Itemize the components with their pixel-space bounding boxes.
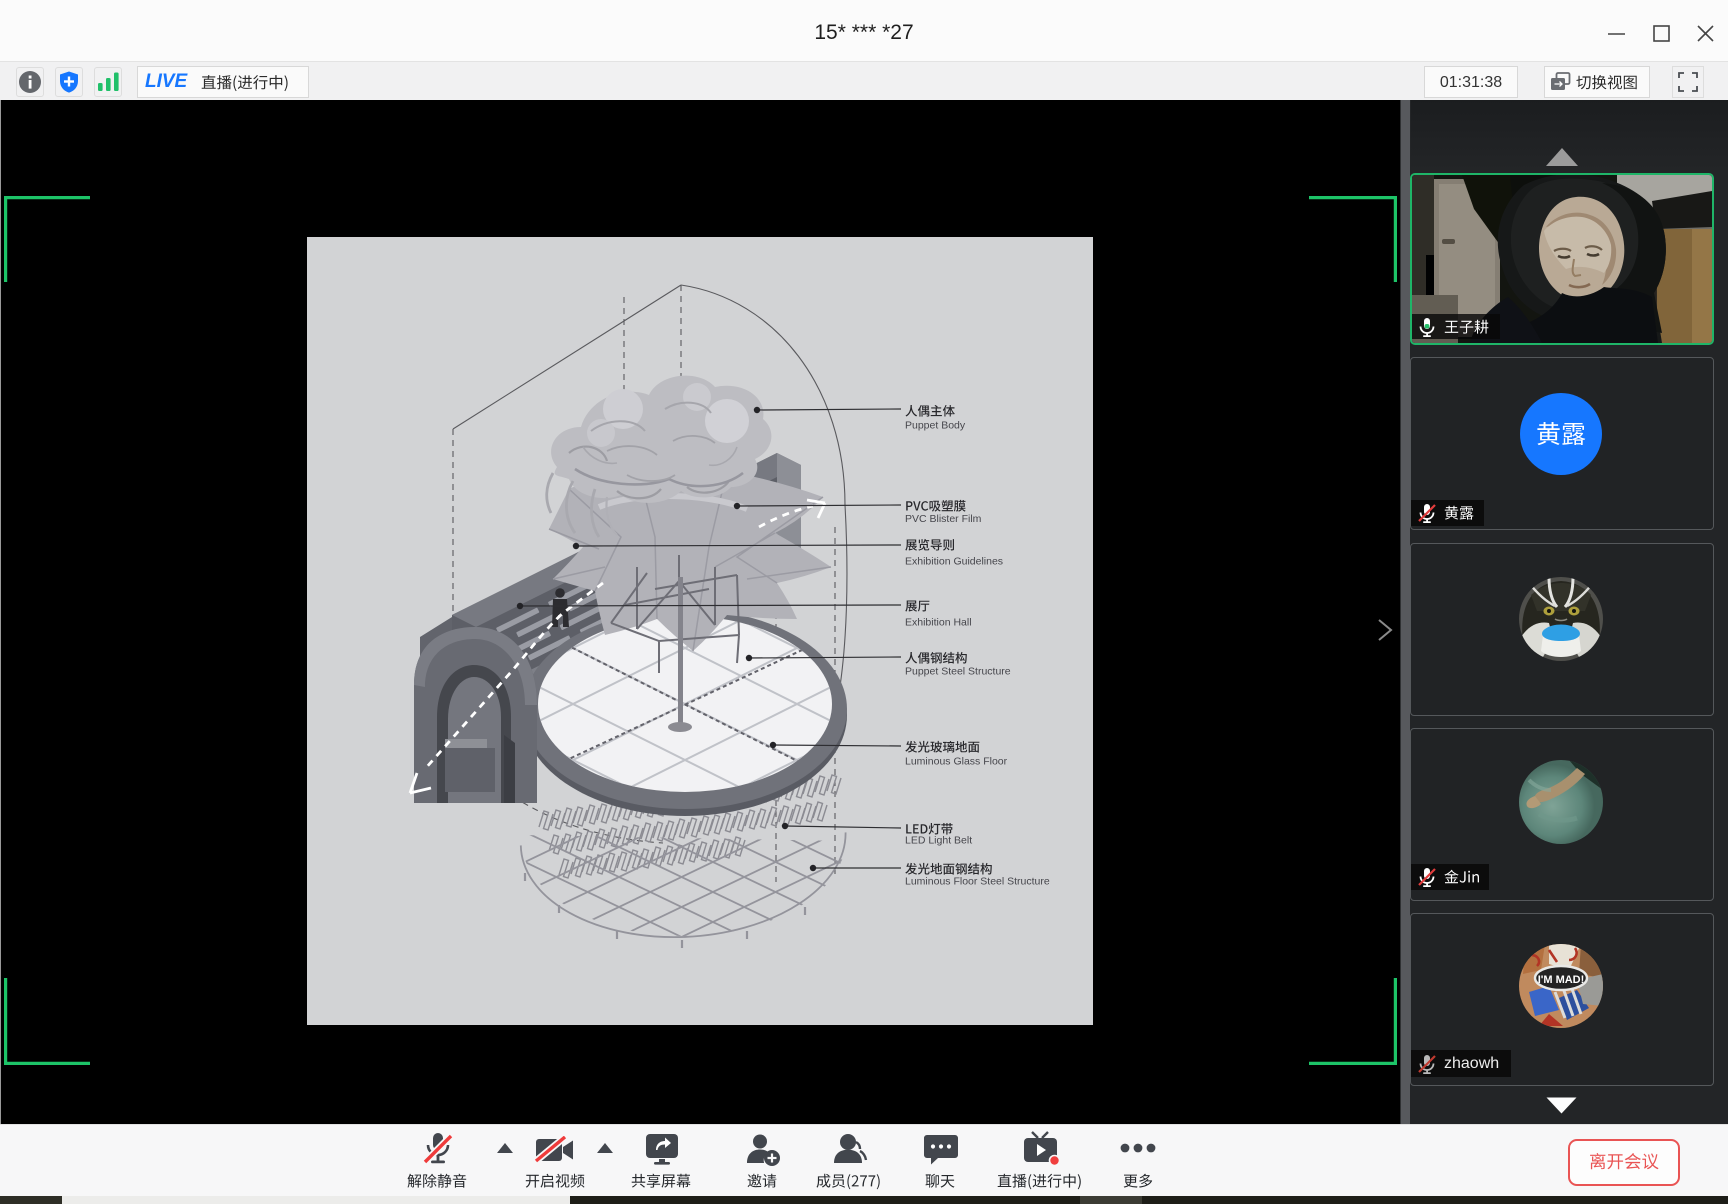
svg-text:Exhibition Guidelines: Exhibition Guidelines bbox=[905, 556, 1003, 568]
svg-text:Puppet Body: Puppet Body bbox=[905, 420, 966, 432]
svg-text:LED Light Belt: LED Light Belt bbox=[905, 835, 972, 847]
svg-text:Puppet Steel Structure: Puppet Steel Structure bbox=[905, 666, 1011, 678]
svg-text:PVC Blister Film: PVC Blister Film bbox=[905, 513, 982, 525]
svg-text:Luminous Floor Steel Structure: Luminous Floor Steel Structure bbox=[905, 876, 1050, 888]
svg-text:Exhibition Hall: Exhibition Hall bbox=[905, 617, 972, 629]
svg-text:Luminous Glass Floor: Luminous Glass Floor bbox=[905, 756, 1008, 768]
svg-text:I'M MAD!: I'M MAD! bbox=[1538, 974, 1585, 986]
